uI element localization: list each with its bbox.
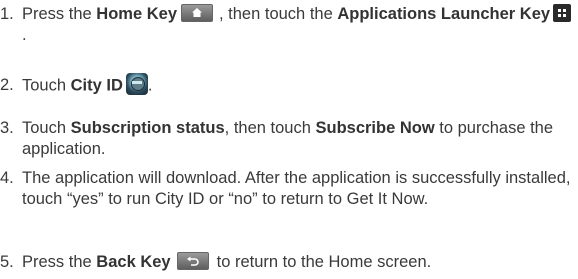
step-4: 4. The application will download. After t… bbox=[0, 168, 574, 210]
step-2: 2. Touch City ID. bbox=[0, 73, 574, 97]
step-3: 3. Touch Subscription status, then touch … bbox=[0, 118, 574, 160]
step-number: 4. bbox=[0, 169, 14, 187]
step-number: 3. bbox=[0, 119, 14, 137]
applications-launcher-key-icon bbox=[553, 3, 572, 22]
step-5: 5. Press the Back Key to return to the Hom… bbox=[0, 251, 574, 273]
step-text: . bbox=[22, 26, 27, 44]
back-key-label: Back Key bbox=[96, 253, 171, 271]
step-text: Press the bbox=[22, 253, 97, 271]
step-number: 2. bbox=[0, 76, 14, 95]
home-key-label: Home Key bbox=[96, 5, 177, 23]
step-text: Press the bbox=[22, 5, 97, 23]
step-text: Touch bbox=[22, 76, 71, 95]
step-text: Touch bbox=[22, 119, 71, 137]
step-number: 5. bbox=[0, 253, 14, 271]
step-number: 1. bbox=[0, 5, 14, 23]
city-id-app-icon bbox=[125, 73, 148, 95]
apps-launcher-key-label: Applications Launcher Key bbox=[337, 5, 551, 23]
step-1: 1. Press the Home Key , then touch the App… bbox=[0, 3, 574, 46]
home-key-icon bbox=[181, 3, 213, 22]
subscription-status-label: Subscription status bbox=[70, 119, 225, 137]
step-text: The application will download. After the… bbox=[22, 169, 571, 208]
city-id-label: City ID bbox=[70, 76, 123, 95]
step-text: , then touch the bbox=[219, 5, 338, 23]
back-key-icon bbox=[176, 251, 209, 270]
subscribe-now-label: Subscribe Now bbox=[315, 119, 435, 137]
step-text: . bbox=[147, 76, 153, 95]
step-text: , then touch bbox=[224, 119, 316, 137]
step-text: to return to the Home screen. bbox=[216, 253, 432, 271]
